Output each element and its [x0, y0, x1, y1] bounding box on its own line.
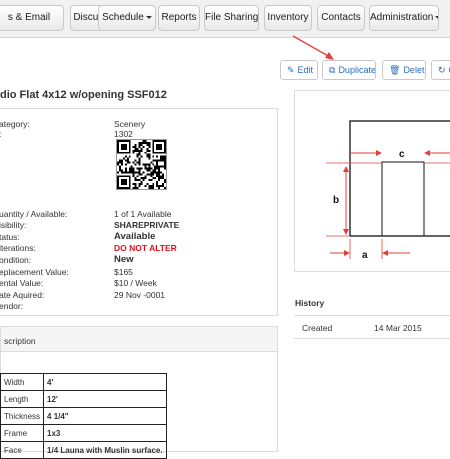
delete-button[interactable]: 🗑Delete [382, 60, 426, 80]
table-row: Face 1/4 Launa with Muslin surface. [0, 441, 167, 459]
dimension-label-a: a [362, 250, 368, 261]
detail-value: $165 [114, 267, 133, 277]
pencil-icon: ✎ [287, 65, 295, 75]
spec-value: 1/4 Launa with Muslin surface. [43, 441, 167, 459]
spec-value: 1x3 [43, 424, 167, 442]
dimension-label-c: c [399, 149, 405, 160]
spec-key: Width [0, 373, 45, 391]
history-event: Created [302, 323, 333, 333]
detail-label: tatus: [0, 232, 20, 242]
history-heading: History [295, 298, 325, 308]
spec-value: 12' [43, 390, 167, 408]
dimension-c [326, 150, 450, 164]
detail-label: ondition: [0, 255, 32, 265]
detail-value: $10 / Week [114, 278, 157, 288]
spec-key: Length [0, 390, 45, 408]
edit-button[interactable]: ✎ Edit [280, 60, 318, 80]
status-value: Available [114, 231, 156, 242]
flat-outline [349, 120, 450, 237]
dimension-a [330, 239, 410, 259]
history-row: Created 14 Mar 2015 [294, 315, 450, 339]
detail-value: 29 Nov -0001 [114, 290, 166, 300]
visibility-value: SHAREPRIVATE [114, 220, 180, 230]
edit-button-label: Edit [297, 65, 314, 75]
specs-table: Width 4' Length 12' Thickness 4 1/4" Frame 1… [0, 373, 167, 459]
item-diagram-panel: c b a [294, 90, 450, 272]
table-row: Length 12' [0, 390, 167, 408]
delete-button-label: Delete [403, 65, 425, 75]
spec-key: Thickness [0, 407, 45, 425]
trash-icon: 🗑 [389, 65, 401, 75]
spec-value: 4' [43, 373, 167, 391]
detail-label: ental Value: [0, 278, 44, 288]
detail-label: ategory: [0, 119, 30, 129]
qr-code-image [116, 139, 167, 190]
description-panel-header: scription [0, 326, 278, 352]
history-date: 14 Mar 2015 [374, 323, 422, 333]
flat-dimension-diagram: c b a [326, 120, 450, 261]
detail-label: isibility: [0, 220, 27, 230]
table-row: Thickness 4 1/4" [0, 407, 167, 425]
refresh-icon: ↻ [438, 65, 446, 75]
detail-label: lterations: [0, 243, 36, 253]
table-row: Width 4' [0, 373, 167, 391]
detail-value: Scenery [114, 119, 146, 129]
qr-code-graphic [117, 140, 166, 189]
spec-key: Face [0, 441, 45, 459]
detail-value: 1302 [114, 129, 133, 139]
dimension-label-b: b [333, 195, 339, 206]
spec-key: Frame [0, 424, 45, 442]
annotation-arrow [292, 35, 334, 60]
condition-value: New [114, 254, 134, 265]
detail-label: ate Aquired: [0, 290, 45, 300]
duplicate-button-label: Duplicate [338, 65, 376, 75]
spec-value: 4 1/4" [43, 407, 167, 425]
detail-label: eplacement Value: [0, 267, 69, 277]
description-heading: scription [4, 336, 36, 346]
copy-icon: ⧉ [329, 65, 336, 75]
table-row: Frame 1x3 [0, 424, 167, 442]
detail-value: 1 of 1 Available [114, 209, 172, 219]
item-title: dio Flat 4x12 w/opening SSF012 [0, 89, 167, 101]
detail-label: : [0, 129, 1, 139]
detail-label: uantity / Available: [0, 209, 68, 219]
extra-action-button[interactable]: ↻C [431, 60, 450, 80]
duplicate-button[interactable]: ⧉ Duplicate [322, 60, 376, 80]
alterations-value: DO NOT ALTER [114, 243, 177, 253]
detail-label: endor: [0, 301, 24, 311]
